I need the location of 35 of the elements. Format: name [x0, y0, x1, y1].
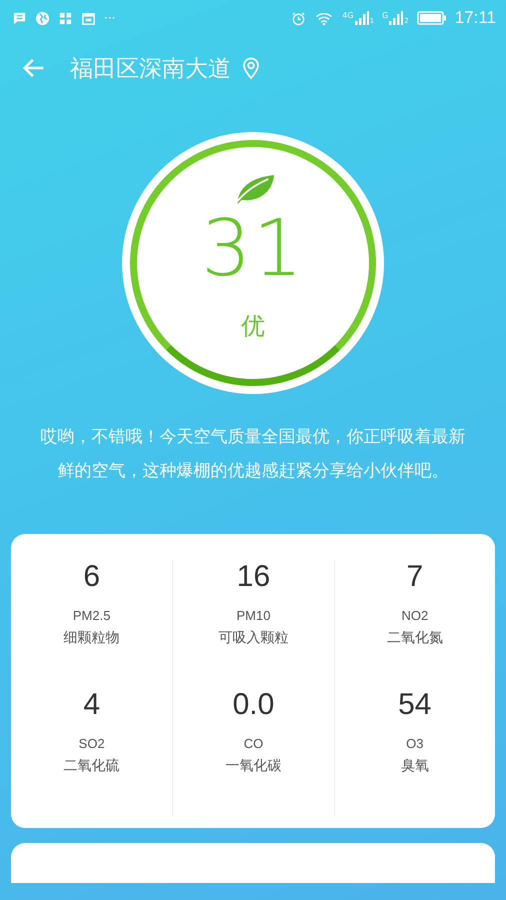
clock-time: 17:11 — [454, 8, 496, 28]
pollutant-code: O3 — [406, 736, 424, 751]
pollutant-name: 可吸入颗粒 — [218, 629, 288, 647]
battery-icon — [416, 11, 447, 25]
pollutant-value: 16 — [236, 560, 270, 594]
pollutant-code: CO — [244, 736, 264, 751]
pollutant-value: 0.0 — [232, 688, 274, 722]
aqi-grade: 优 — [241, 311, 265, 342]
location-pin-icon[interactable] — [241, 56, 261, 80]
pollutant-value: 54 — [398, 688, 432, 722]
calendar-icon — [81, 10, 96, 26]
pollutant-name: 一氧化碳 — [225, 757, 282, 775]
air-quality-message: 哎哟，不错哦！今天空气质量全国最优，你正呼吸着最新鲜的空气，这种爆棚的优越感赶紧分享给小伙伴吧。 — [40, 426, 466, 483]
network-type: G — [382, 11, 388, 20]
grid-icon — [58, 10, 73, 26]
network-type: 4G — [342, 11, 354, 20]
pollutant-code: NO2 — [401, 608, 428, 623]
pollutant-value: 4 — [83, 688, 100, 722]
signal-icon — [389, 11, 404, 25]
pollutant-code: PM10 — [236, 608, 270, 623]
pollutant-name: 二氧化硫 — [64, 757, 120, 775]
pollutant-name: 细颗粒物 — [64, 629, 120, 647]
pollutant-code: SO2 — [78, 736, 105, 751]
message-icon — [12, 10, 27, 26]
pollutant-value: 7 — [406, 560, 424, 594]
location-title: 福田区深南大道 — [70, 54, 231, 84]
alarm-icon — [291, 10, 306, 26]
pollutant-code: PM2.5 — [72, 608, 110, 623]
pollutant-name: 二氧化氮 — [386, 629, 443, 647]
aqi-value: 31 — [201, 210, 305, 288]
pollutant-value: 6 — [83, 560, 100, 594]
pollutant-name: 臭氧 — [400, 757, 429, 775]
signal-icon — [354, 11, 369, 25]
more-notifications: ··· — [104, 11, 116, 25]
wifi-icon — [314, 10, 334, 26]
